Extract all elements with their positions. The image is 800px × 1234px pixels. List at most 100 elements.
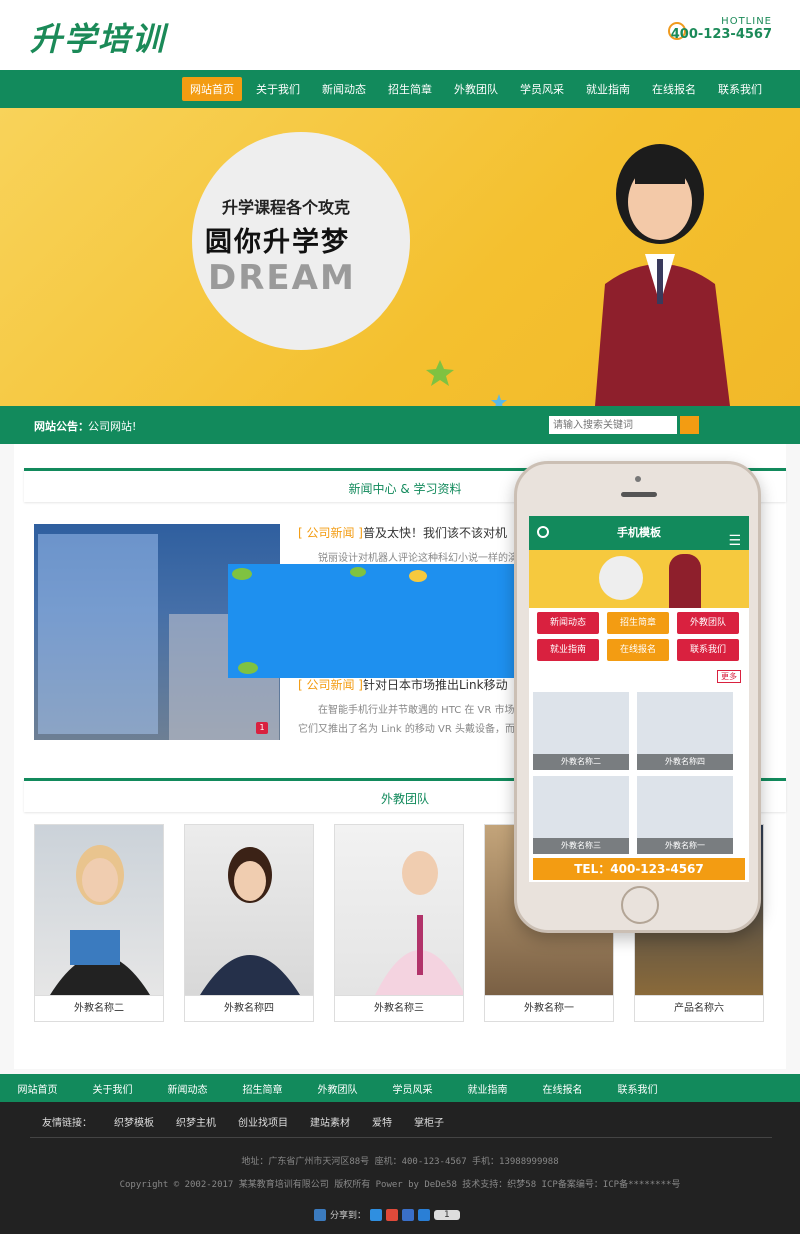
- teacher-name: 外教名称三: [335, 995, 463, 1021]
- mobile-button-employment[interactable]: 就业指南: [537, 639, 599, 661]
- friend-link[interactable]: 织梦主机: [176, 1114, 216, 1137]
- mobile-teacher-cell[interactable]: 外教名称二: [533, 692, 629, 770]
- share-count: 1: [434, 1209, 460, 1220]
- site-footer: 友情链接： 织梦模板 织梦主机 创业找项目 建站素材 爱特 掌柜子 地址：广东省…: [0, 1102, 800, 1234]
- teacher-name: 产品名称六: [635, 995, 763, 1021]
- hotline-label: HOTLINE: [721, 16, 772, 27]
- news-item-title: [ 公司新闻 ]针对日本市场推出Link移动: [298, 678, 508, 692]
- friend-link[interactable]: 建站素材: [310, 1114, 350, 1137]
- search-button[interactable]: [680, 416, 699, 434]
- site-header: 升学培训 HOTLINE 400-123-4567: [0, 0, 800, 70]
- nav-item-signup[interactable]: 在线报名: [644, 77, 704, 101]
- news-item-category: [ 公司新闻 ]: [298, 678, 363, 692]
- news-item-category: [ 公司新闻 ]: [298, 526, 363, 540]
- nav-item-contact[interactable]: 联系我们: [710, 77, 770, 101]
- home-button: [621, 886, 659, 924]
- hotline-number: 400-123-4567: [670, 27, 772, 42]
- nav-item-admissions[interactable]: 招生简章: [380, 77, 440, 101]
- footer-nav-item[interactable]: 网站首页: [0, 1081, 75, 1096]
- star-icon: [491, 394, 507, 406]
- banner-title: 圆你升学梦: [205, 227, 350, 258]
- footer-nav-item[interactable]: 就业指南: [450, 1081, 525, 1096]
- footer-nav: 网站首页 关于我们 新闻动态 招生简章 外教团队 学员风采 就业指南 在线报名 …: [0, 1074, 800, 1102]
- main-nav: 网站首页 关于我们 新闻动态 招生简章 外教团队 学员风采 就业指南 在线报名 …: [0, 70, 800, 108]
- search-input[interactable]: [549, 416, 677, 434]
- mobile-teacher-grid: 外教名称二 外教名称四 外教名称三 外教名称一: [533, 692, 733, 854]
- share-bar: 分享到： 1: [314, 1208, 460, 1221]
- mobile-teacher-cell[interactable]: 外教名称四: [637, 692, 733, 770]
- notice-text[interactable]: 公司网站!: [88, 418, 136, 434]
- footer-copyright: Copyright © 2002-2017 某某教育培训有限公司 版权所有 Po…: [119, 1180, 681, 1190]
- nav-item-students[interactable]: 学员风采: [512, 77, 572, 101]
- camera-dot: [635, 476, 641, 482]
- hero-banner[interactable]: 升学课程各个攻克 圆你升学梦 DREAM: [0, 108, 800, 406]
- nav-item-home[interactable]: 网站首页: [182, 77, 242, 101]
- image-badge[interactable]: 1: [256, 722, 268, 734]
- teacher-photo: [185, 825, 313, 995]
- mobile-button-teachers[interactable]: 外教团队: [677, 612, 739, 634]
- friend-link[interactable]: 掌柜子: [414, 1114, 444, 1137]
- footer-nav-item[interactable]: 在线报名: [525, 1081, 600, 1096]
- mobile-banner[interactable]: [529, 550, 749, 608]
- mobile-teacher-cell[interactable]: 外教名称一: [637, 776, 733, 854]
- teacher-name: 外教名称一: [485, 995, 613, 1021]
- friend-link[interactable]: 爱特: [372, 1114, 392, 1137]
- mobile-title: 手机模板: [617, 526, 661, 539]
- mobile-button-grid: 新闻动态 招生简章 外教团队 就业指南 在线报名 联系我们: [529, 608, 749, 665]
- search-icon[interactable]: [537, 526, 549, 538]
- nav-item-employment[interactable]: 就业指南: [578, 77, 638, 101]
- speaker-grill: [621, 492, 657, 497]
- mobile-button-contact[interactable]: 联系我们: [677, 639, 739, 661]
- share-plus-icon[interactable]: [314, 1208, 326, 1221]
- footer-nav-item[interactable]: 关于我们: [75, 1081, 150, 1096]
- mobile-teacher-cell[interactable]: 外教名称三: [533, 776, 629, 854]
- footer-nav-item[interactable]: 招生简章: [225, 1081, 300, 1096]
- share-qzone-icon[interactable]: [370, 1208, 383, 1221]
- share-weibo-icon[interactable]: [386, 1208, 399, 1221]
- teacher-card[interactable]: 外教名称三: [334, 824, 464, 1022]
- mobile-more-link[interactable]: 更多: [717, 670, 741, 683]
- nav-item-news[interactable]: 新闻动态: [314, 77, 374, 101]
- mobile-header: 手机模板 ☰: [529, 516, 749, 550]
- mobile-screen: 手机模板 ☰ 新闻动态 招生简章 外教团队 就业指南 在线报名 联系我们 更多 …: [529, 516, 749, 882]
- student-girl-illustration: [595, 144, 730, 406]
- teacher-name: 外教名称四: [185, 995, 313, 1021]
- mobile-mockup: 手机模板 ☰ 新闻动态 招生简章 外教团队 就业指南 在线报名 联系我们 更多 …: [514, 461, 761, 933]
- friend-links-label: 友情链接：: [42, 1118, 92, 1129]
- banner-subtitle: 升学课程各个攻克: [222, 198, 351, 217]
- news-item[interactable]: [ 公司新闻 ]普及太快！我们该不该对机 锐丽设计对机器人评论这种科幻小说一样的…: [298, 524, 528, 564]
- mobile-tel-bar[interactable]: TEL：400-123-4567: [533, 858, 745, 880]
- friend-links: 友情链接： 织梦模板 织梦主机 创业找项目 建站素材 爱特 掌柜子: [30, 1114, 772, 1138]
- site-logo[interactable]: 升学培训: [30, 14, 166, 60]
- footer-nav-item[interactable]: 新闻动态: [150, 1081, 225, 1096]
- friend-link[interactable]: 织梦模板: [114, 1114, 154, 1137]
- banner-dream-text: DREAM: [208, 258, 356, 298]
- share-tencent-icon[interactable]: [402, 1208, 415, 1221]
- mobile-button-signup[interactable]: 在线报名: [607, 639, 669, 661]
- teacher-card[interactable]: 外教名称二: [34, 824, 164, 1022]
- notice-label: 网站公告：: [34, 420, 89, 433]
- footer-nav-item[interactable]: 外教团队: [300, 1081, 375, 1096]
- mobile-button-admissions[interactable]: 招生简章: [607, 612, 669, 634]
- nav-item-teachers[interactable]: 外教团队: [446, 77, 506, 101]
- mobile-banner-circle: [599, 556, 643, 600]
- share-renren-icon[interactable]: [418, 1208, 431, 1221]
- news-item-desc: 在智能手机行业并节敢遇的 HTC 在 VR 市场混的: [318, 705, 528, 716]
- notice-bar: 网站公告： 公司网站!: [0, 406, 800, 444]
- teacher-photo: [335, 825, 463, 995]
- news-item-title: [ 公司新闻 ]普及太快！我们该不该对机: [298, 526, 508, 540]
- news-item[interactable]: [ 公司新闻 ]针对日本市场推出Link移动 在智能手机行业并节敢遇的 HTC …: [298, 676, 528, 735]
- mobile-banner-girl: [669, 554, 701, 608]
- teacher-name: 外教名称二: [35, 995, 163, 1021]
- footer-address: 地址：广东省广州市天河区88号 座机：400-123-4567 手机：13988…: [241, 1157, 559, 1167]
- share-label: 分享到：: [330, 1211, 367, 1221]
- star-icon: [426, 360, 454, 386]
- footer-nav-item[interactable]: 联系我们: [600, 1081, 675, 1096]
- teacher-card[interactable]: 外教名称四: [184, 824, 314, 1022]
- mobile-button-news[interactable]: 新闻动态: [537, 612, 599, 634]
- footer-nav-item[interactable]: 学员风采: [375, 1081, 450, 1096]
- friend-link[interactable]: 创业找项目: [238, 1114, 288, 1137]
- hotline: HOTLINE 400-123-4567: [671, 16, 772, 42]
- news-item-desc: 锐丽设计对机器人评论这种科幻小说一样的演讲来: [318, 553, 528, 564]
- nav-item-about[interactable]: 关于我们: [248, 77, 308, 101]
